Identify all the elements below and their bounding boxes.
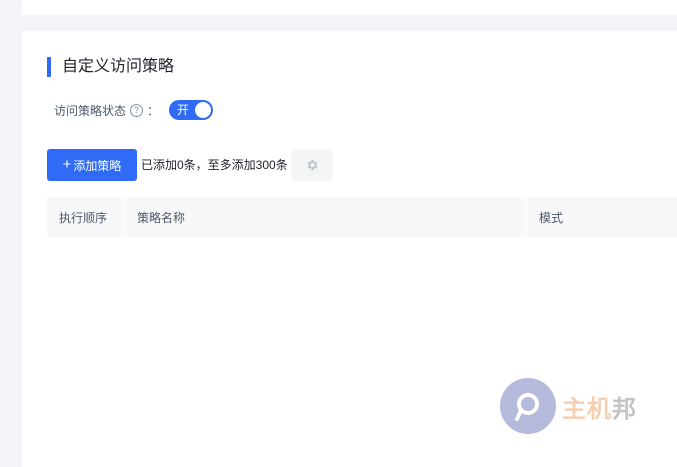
help-icon[interactable]: ? [130,103,144,117]
policy-count-hint: 已添加0条，至多添加300条 [141,158,288,172]
switch-knob [195,102,212,118]
switch-label: 开 [177,103,190,117]
watermark-p-icon [515,393,539,421]
watermark-logo: 主机邦 [500,378,637,434]
column-header-mode: 模式 [539,210,564,225]
plus-icon: + [62,156,72,173]
add-policy-button[interactable]: + 添加策略 [47,149,137,181]
policy-status-switch[interactable]: 开 [169,100,214,120]
policy-status-row: 访问策略状态 ? ： 开 [54,99,214,121]
column-settings-button[interactable] [291,149,333,181]
watermark-text-last: 邦 [612,393,637,423]
column-header-order: 执行顺序 [47,197,125,237]
column-header-name: 策略名称 [125,197,527,237]
watermark-text-main: 主机 [562,393,612,423]
top-panel [22,0,677,15]
add-policy-label: 添加策略 [73,158,122,173]
gear-icon [307,159,318,171]
table-header: 执行顺序 策略名称 模式 [47,197,677,237]
section-title: 自定义访问策略 [47,57,174,77]
watermark-text: 主机邦 [562,389,637,424]
policy-status-label: 访问策略状态 [54,103,127,118]
status-colon: ： [147,103,160,118]
watermark-circle-icon [500,378,556,434]
